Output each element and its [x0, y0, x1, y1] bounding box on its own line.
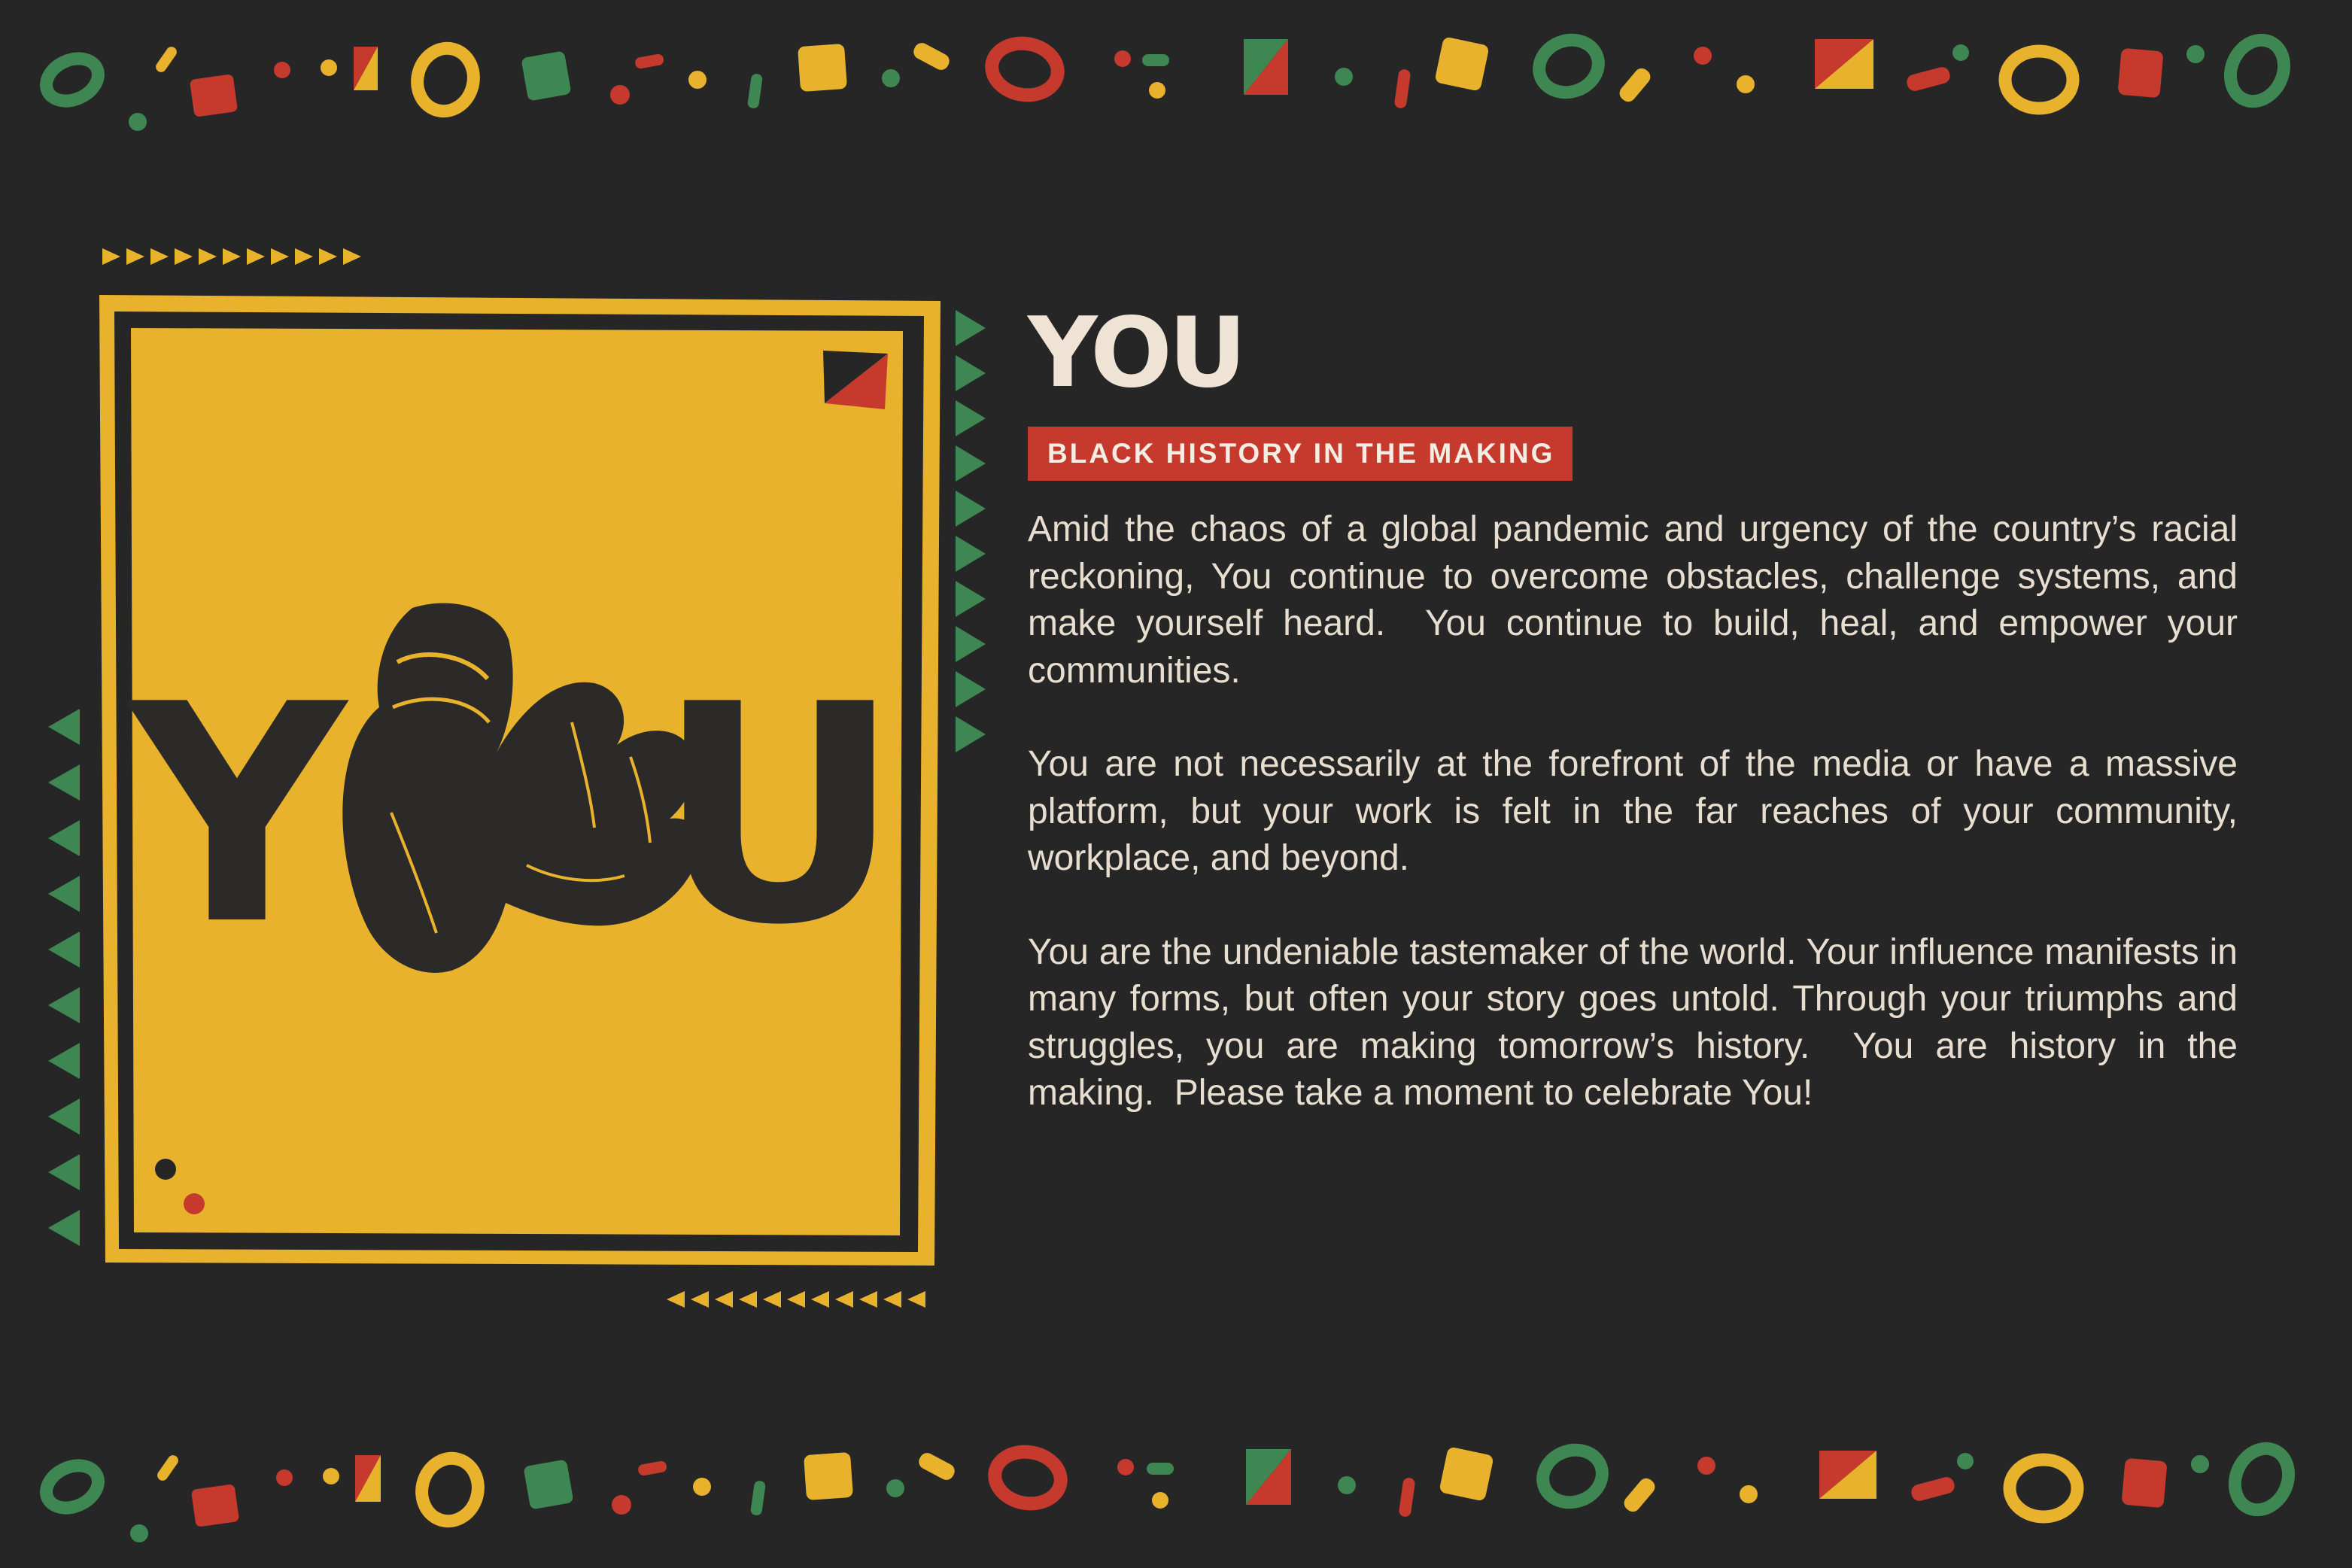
poster-letter-y: Y	[123, 641, 349, 991]
arrow-row-bottom	[667, 1291, 925, 1308]
article-body: Amid the chaos of a global pandemic and …	[1028, 506, 2238, 1117]
body-paragraph: Amid the chaos of a global pandemic and …	[1028, 509, 2238, 691]
arrow-row-top	[102, 248, 361, 265]
poster-letter-u: U	[657, 641, 901, 991]
body-paragraph: You are the undeniable tastemaker of the…	[1028, 931, 2238, 1114]
body-paragraph: You are not necessarily at the forefront…	[1028, 744, 2238, 878]
poster-card: Y U	[0, 0, 993, 1354]
triangle-column-right	[956, 310, 986, 752]
confetti-border-bottom	[0, 1433, 2352, 1568]
triangle-column-left	[48, 709, 80, 1246]
confetti-shapes-icon	[40, 1442, 2296, 1542]
article-section: YOU BLACK HISTORY IN THE MAKING Amid the…	[1028, 297, 2238, 1164]
article-title: YOU	[1028, 297, 1247, 409]
poster-artwork: Y U	[48, 248, 986, 1308]
subtitle-banner: BLACK HISTORY IN THE MAKING	[1028, 427, 1573, 481]
